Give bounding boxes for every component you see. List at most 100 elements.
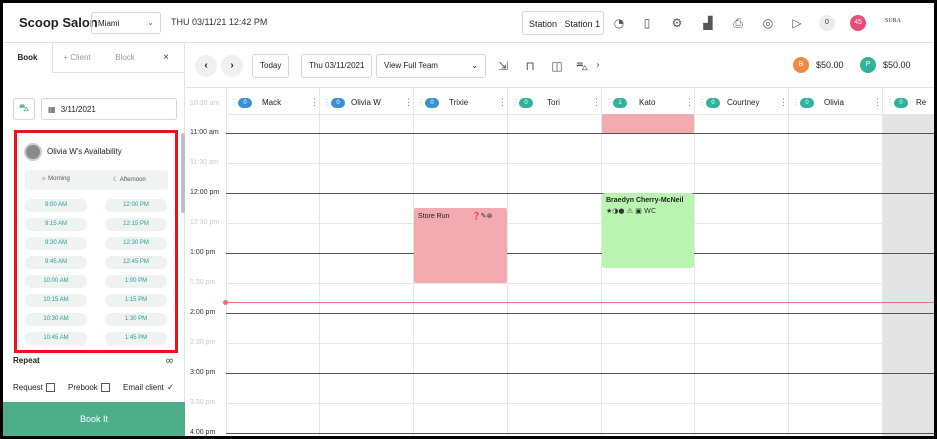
schedule-grid[interactable]: 10:30 am 11:00 am 11:30 am 12:00 pm 12:3… (186, 88, 934, 436)
printer-icon[interactable]: ⎙ (730, 15, 746, 31)
tab-book[interactable]: Book (3, 43, 53, 73)
compress-icon[interactable]: ⇲ (495, 58, 511, 74)
time-slot[interactable]: 12:45 PM (105, 256, 167, 269)
chevron-down-icon: ⌄ (471, 61, 478, 70)
booking-date-field[interactable]: ▦ 3/11/2021 (41, 98, 177, 120)
date-picker-button[interactable]: Thu 03/11/2021 (301, 54, 373, 78)
divider (226, 373, 934, 374)
more-icon[interactable]: ⋮ (779, 97, 788, 108)
today-button[interactable]: Today (252, 54, 290, 78)
register-icon[interactable]: ⚙ (669, 15, 685, 31)
divider (226, 193, 934, 194)
time-slot[interactable]: 12:15 PM (105, 218, 167, 231)
chevron-right-icon[interactable]: › (590, 58, 606, 74)
more-icon[interactable]: ⋮ (685, 97, 694, 108)
location-value: Miami (98, 19, 120, 28)
afternoon-label: Afternoon (119, 177, 146, 183)
next-day-button[interactable]: › (221, 55, 243, 77)
checkbox[interactable] (45, 383, 55, 393)
location-select[interactable]: Miami ⌄ (91, 12, 161, 34)
repeat-label: Repeat (13, 356, 40, 365)
kato-block[interactable] (602, 114, 694, 133)
more-icon[interactable]: ⋮ (310, 97, 319, 108)
divider (226, 88, 227, 436)
prebook-checkbox[interactable]: Prebook (68, 383, 110, 393)
time-slot[interactable]: 1:15 PM (105, 294, 167, 307)
help-ring-icon[interactable]: ◎ (760, 15, 776, 31)
divider (226, 313, 934, 314)
user-logo[interactable]: SURA (885, 18, 901, 24)
prev-day-button[interactable]: ‹ (195, 55, 217, 77)
car-icon[interactable]: ⛍ (13, 98, 35, 120)
appointment-card[interactable]: Braedyn Cherry-McNeil ★◑● ⚠ ▣ WC (602, 193, 694, 268)
column-header-olivia[interactable]: ⋮⋮0Olivia⋮ (788, 94, 882, 114)
time-label: 3:30 pm (190, 399, 216, 406)
time-slot[interactable]: 10:00 AM (25, 275, 87, 288)
play-icon[interactable]: ▷ (789, 15, 805, 31)
column-header-courtney[interactable]: ⋮⋮0Courtney⋮ (694, 94, 788, 114)
message-count[interactable]: 45 (850, 15, 866, 31)
block-action-icons[interactable]: ❓✎⊗ (472, 212, 492, 220)
calendar-toolbar: ‹ › Today Thu 03/11/2021 View Full Team … (186, 43, 934, 88)
time-slot[interactable]: 12:30 PM (105, 237, 167, 250)
car-icon[interactable]: ⛍ (574, 58, 590, 74)
divider (319, 88, 320, 436)
book-it-button[interactable]: Book It (3, 402, 185, 436)
time-slot[interactable]: 9:15 AM (25, 218, 87, 231)
divider (882, 88, 883, 436)
time-slot[interactable]: 9:30 AM (25, 237, 87, 250)
staff-name: Re (916, 98, 927, 107)
more-icon[interactable]: ⋮ (592, 97, 601, 108)
calendar-icon: ▦ (48, 105, 56, 114)
current-time-line (226, 302, 934, 303)
column-header-trixie[interactable]: ⋮⋮0Trixie⋮ (413, 94, 507, 114)
column-header-re[interactable]: ⋮⋮0Re (882, 94, 934, 114)
column-header-kato[interactable]: ⋮⋮1Kato⋮ (601, 94, 694, 114)
client-name: Braedyn Cherry-McNeil (606, 197, 684, 204)
request-checkbox[interactable]: Request (13, 383, 55, 393)
checkbox[interactable] (100, 383, 110, 393)
column-header-mack[interactable]: ⋮⋮0Mack⋮ (226, 94, 319, 114)
time-slot[interactable]: 12:00 PM (105, 199, 167, 212)
view-select[interactable]: View Full Team ⌄ (376, 54, 486, 78)
time-slot[interactable]: 10:15 AM (25, 294, 87, 307)
divider (226, 163, 934, 164)
time-slot[interactable]: 9:45 AM (25, 256, 87, 269)
tab-add-client[interactable]: + Client (55, 43, 99, 73)
more-icon[interactable]: ⋮ (873, 97, 882, 108)
badge-b: B (793, 57, 809, 73)
top-bar: Scoop Salon Miami ⌄ THU 03/11/21 12:42 P… (3, 3, 934, 43)
more-icon[interactable]: ⋮ (498, 97, 507, 108)
check-icon[interactable]: ✓ (167, 383, 175, 393)
time-slot[interactable]: 1:45 PM (105, 332, 167, 345)
email-client-checkbox[interactable]: Email client ✓ (123, 383, 174, 393)
time-slot[interactable]: 10:30 AM (25, 313, 87, 326)
column-header-tori[interactable]: ⋮⋮0Tori⋮ (507, 94, 601, 114)
column-header-olivia-w[interactable]: ⋮⋮0Olivia W⋮ (319, 94, 413, 114)
panel-scrollbar[interactable] (181, 133, 185, 213)
bookmark-icon[interactable]: ⊓ (522, 58, 538, 74)
more-icon[interactable]: ⋮ (404, 97, 413, 108)
divider (788, 88, 789, 436)
time-slot[interactable]: 10:45 AM (25, 332, 87, 345)
close-icon[interactable]: × (163, 52, 169, 63)
morning-label: Morning (48, 176, 70, 182)
station-selector[interactable]: Station Station 1 (522, 11, 604, 35)
availability-box: Olivia W's Availability ☼ Morning ☾ Afte… (14, 130, 178, 353)
time-slot[interactable]: 9:00 AM (25, 199, 87, 212)
infinity-icon[interactable]: ∞ (165, 354, 174, 367)
notification-count[interactable]: 0 (819, 15, 835, 31)
time-slot[interactable]: 1:30 PM (105, 313, 167, 326)
tab-block[interactable]: Block (103, 43, 147, 73)
appointment-title: Store Run (418, 213, 450, 220)
building-icon[interactable]: ▟ (700, 15, 716, 31)
store-run-block[interactable]: Store Run ❓✎⊗ (414, 208, 507, 283)
appt-count: 0 (800, 98, 814, 108)
columns-icon[interactable]: ◫ (549, 58, 565, 74)
chevron-down-icon: ⌄ (147, 18, 154, 27)
staff-name: Tori (547, 98, 560, 107)
door-icon[interactable]: ▯ (639, 15, 655, 31)
speedometer-icon[interactable]: ◔ (611, 15, 627, 31)
time-slot[interactable]: 1:00 PM (105, 275, 167, 288)
avatar (24, 143, 42, 161)
